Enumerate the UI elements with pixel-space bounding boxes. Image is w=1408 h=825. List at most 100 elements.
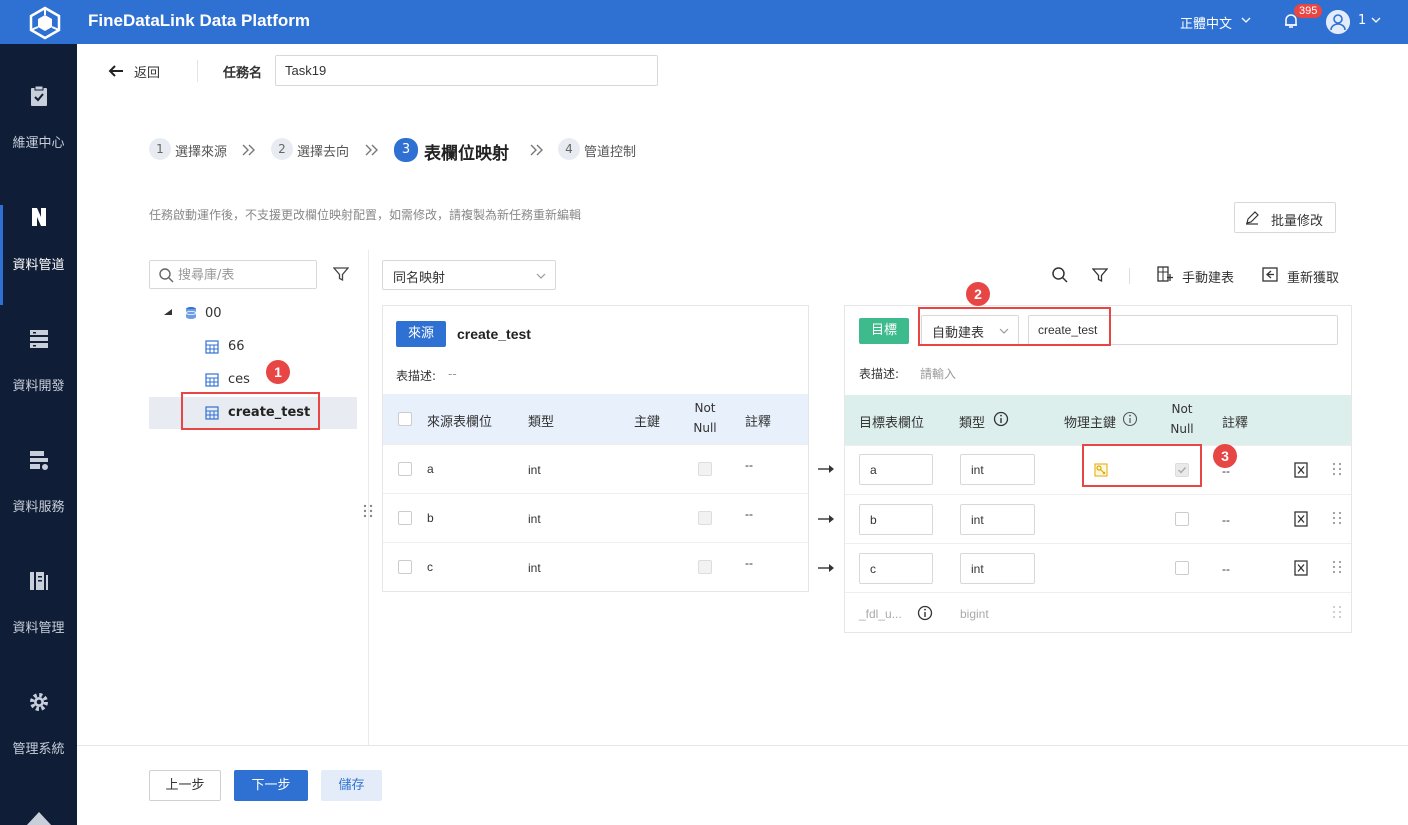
comment-cell: --: [1222, 562, 1230, 576]
divider: [368, 250, 369, 745]
type-cell: int: [528, 463, 541, 477]
task-name-input[interactable]: [275, 55, 658, 86]
step-label: 表欄位映射: [424, 144, 509, 164]
comment-cell: --: [745, 556, 753, 570]
target-field-input[interactable]: [859, 454, 933, 485]
step-label: 選擇去向: [297, 145, 350, 160]
sidebar-item-data-dev[interactable]: 資料開發: [0, 327, 77, 427]
target-field-input[interactable]: [859, 553, 933, 584]
target-table-header: 目標表欄位 類型 物理主鍵 Not Null 註釋: [845, 395, 1351, 445]
db-table-search[interactable]: [149, 260, 317, 289]
task-name-label: 任務名: [223, 66, 263, 81]
refresh-icon: [1262, 267, 1278, 282]
type-cell: int: [528, 561, 541, 575]
step-number: 3: [394, 138, 418, 162]
data-manage-icon: [30, 572, 48, 590]
delete-field-icon[interactable]: [1294, 511, 1308, 527]
col-physical-pk: 物理主鍵: [1064, 416, 1117, 431]
table-row: b int --: [383, 493, 808, 542]
filter-icon[interactable]: [1092, 267, 1108, 283]
comment-cell: --: [1222, 513, 1230, 527]
target-desc-label: 表描述:: [859, 367, 900, 381]
tree-item-table[interactable]: 66: [149, 331, 357, 363]
sidebar-item-label: 資料服務: [12, 500, 65, 515]
more-icon[interactable]: [26, 812, 52, 825]
arrow-right-icon: [818, 564, 834, 572]
info-icon[interactable]: [993, 411, 1009, 427]
back-button[interactable]: 返回: [134, 62, 160, 81]
not-null-checkbox: [698, 511, 712, 525]
sidebar-item-data-manage[interactable]: 資料管理: [0, 569, 77, 669]
row-checkbox[interactable]: [398, 511, 412, 525]
drag-handle-icon[interactable]: [362, 503, 374, 519]
col-comment: 註釋: [745, 415, 772, 430]
col-not-null: Not Null: [691, 398, 719, 438]
tree-item-label: ces: [228, 372, 250, 387]
target-type-input[interactable]: [960, 553, 1035, 584]
select-all-checkbox[interactable]: [398, 412, 412, 426]
fdl-logo-icon: [29, 6, 61, 40]
source-table-header: 來源表欄位 類型 主鍵 Not Null 註釋: [383, 394, 808, 444]
sidebar-item-ops-center[interactable]: 維運中心: [0, 84, 77, 184]
row-checkbox[interactable]: [398, 560, 412, 574]
source-tag: 來源: [396, 321, 447, 347]
source-table-name: create_test: [457, 326, 531, 342]
drag-handle-icon[interactable]: [1332, 560, 1342, 574]
target-desc-input[interactable]: 請輸入: [920, 365, 956, 382]
col-not-null-line1: Not: [694, 401, 716, 415]
prev-step-button[interactable]: 上一步: [149, 770, 221, 801]
caret-down-icon[interactable]: [164, 309, 172, 317]
target-type-input[interactable]: [960, 454, 1035, 485]
highlight-box: [1082, 444, 1202, 487]
source-desc-label: 表描述:: [396, 369, 437, 383]
mapping-mode-value: 同名映射: [393, 271, 446, 286]
not-null-checkbox[interactable]: [1175, 561, 1189, 575]
filter-icon[interactable]: [333, 266, 349, 282]
user-name[interactable]: 1: [1358, 13, 1366, 28]
table-row: a int --: [383, 444, 808, 493]
avatar[interactable]: [1326, 10, 1350, 34]
search-icon[interactable]: [1051, 266, 1068, 283]
col-not-null: Not Null: [1168, 399, 1196, 439]
delete-field-icon[interactable]: [1294, 462, 1308, 478]
language-selector[interactable]: 正體中文: [1180, 13, 1232, 32]
table-row: --: [845, 543, 1351, 592]
target-tag: 目標: [859, 318, 910, 344]
mapping-mode-select[interactable]: 同名映射: [382, 260, 556, 290]
clipboard-check-icon: [31, 85, 47, 106]
system-field-row: _fdl_u... bigint: [845, 592, 1351, 632]
tree-item-db[interactable]: 00: [149, 298, 357, 330]
chevron-down-icon[interactable]: [1370, 14, 1382, 26]
not-null-checkbox[interactable]: [1175, 512, 1189, 526]
search-input[interactable]: [178, 265, 308, 285]
info-icon[interactable]: [1122, 411, 1138, 427]
sidebar-item-label: 管理系統: [12, 742, 65, 757]
back-arrow-icon[interactable]: [108, 64, 124, 78]
col-not-null-line1: Not: [1171, 402, 1193, 416]
drag-handle-icon[interactable]: [1332, 511, 1342, 525]
delete-field-icon[interactable]: [1294, 560, 1308, 576]
row-checkbox[interactable]: [398, 462, 412, 476]
batch-edit-button[interactable]: 批量修改: [1234, 202, 1336, 233]
app-title: FineDataLink Data Platform: [88, 11, 310, 30]
target-field-input[interactable]: [859, 504, 933, 535]
system-field-type: bigint: [960, 607, 989, 621]
info-icon[interactable]: [917, 605, 933, 621]
drag-handle-icon[interactable]: [1332, 462, 1342, 476]
field-cell: a: [427, 462, 434, 476]
chevron-down-icon[interactable]: [1240, 14, 1252, 26]
double-chevron-right-icon: [530, 144, 543, 156]
arrow-right-icon: [818, 465, 834, 473]
next-step-button[interactable]: 下一步: [234, 770, 308, 801]
col-not-null-line2: Null: [693, 421, 717, 435]
sidebar-item-data-pipeline[interactable]: 資料管道: [0, 205, 77, 305]
sidebar-item-data-service[interactable]: 資料服務: [0, 448, 77, 548]
save-button[interactable]: 儲存: [321, 770, 382, 801]
sidebar-item-admin[interactable]: 管理系統: [0, 690, 77, 790]
table-icon: [205, 373, 219, 387]
sidebar: 維運中心 資料管道 資料開發 資料服務 資料管理 管理系統: [0, 44, 77, 825]
batch-edit-label: 批量修改: [1271, 214, 1324, 229]
divider: [197, 60, 198, 82]
callout-badge: 3: [1213, 444, 1237, 468]
target-type-input[interactable]: [960, 504, 1035, 535]
